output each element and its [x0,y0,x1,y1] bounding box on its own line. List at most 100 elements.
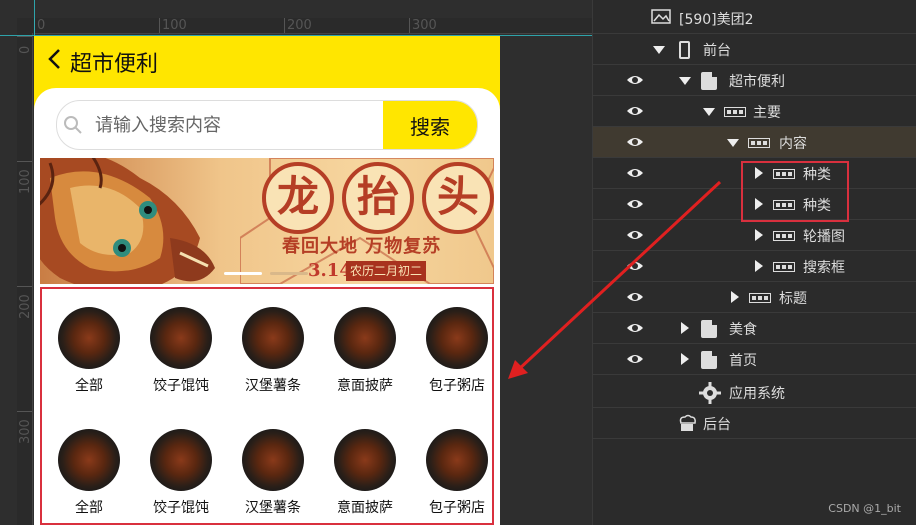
ruler-tick [17,411,32,412]
layer-label: 轮播图 [803,229,845,245]
expand-arrow-icon[interactable] [679,77,691,85]
expand-arrow-icon[interactable] [755,229,763,241]
food-image [150,307,212,369]
category-item[interactable]: 包子粥店 [416,289,496,399]
ruler-tick-label: 100 [18,169,33,194]
eye-icon[interactable] [626,104,644,118]
expand-arrow-icon[interactable] [703,108,715,116]
category-item[interactable]: 意面披萨 [324,289,404,399]
layer-item-carousel[interactable]: 轮播图 [593,220,916,251]
category-label: 汉堡薯条 [245,500,301,516]
eye-icon[interactable] [626,352,644,366]
category-item[interactable]: 汉堡薯条 [232,289,312,399]
layer-item-app-system[interactable]: 应用系统 [593,377,916,408]
category-label: 饺子馄饨 [153,500,209,516]
layer-item-food[interactable]: 美食 [593,313,916,344]
ruler-tick-label: 300 [412,18,437,33]
ruler-tick [159,18,160,33]
expand-arrow-icon[interactable] [731,291,739,303]
ruler-tick-label: 200 [18,294,33,319]
search-icon [64,116,82,134]
expand-arrow-icon[interactable] [653,46,665,54]
banner-lunar-date: 农历二月初二 [346,261,427,281]
layer-item-backend[interactable]: 后台 [593,408,916,439]
food-image [242,307,304,369]
layer-item-home[interactable]: 首页 [593,344,916,375]
ruler-tick-label: 0 [18,45,33,54]
category-label: 意面披萨 [337,378,393,394]
layer-item-frontend[interactable]: 前台 [593,34,916,65]
eye-icon[interactable] [626,135,644,149]
layer-label: 超市便利 [729,74,785,90]
page-title: 超市便利 [70,52,159,77]
search-box: 搜索 [56,100,478,150]
page-icon [701,320,717,338]
category-label: 包子粥店 [429,378,485,394]
layer-item-supermarket[interactable]: 超市便利 [593,65,916,96]
expand-arrow-icon[interactable] [755,260,763,272]
grid-icon [749,293,771,303]
page-icon [701,72,717,90]
ruler-tick [284,18,285,33]
layer-item-title[interactable]: 标题 [593,282,916,313]
food-image [242,429,304,491]
food-image [150,429,212,491]
app-icon [651,9,671,24]
eye-icon[interactable] [626,228,644,242]
category-item[interactable]: 饺子馄饨 [140,411,220,521]
category-item[interactable]: 全部 [48,289,128,399]
category-item[interactable]: 意面披萨 [324,411,404,521]
ruler-tick-label: 300 [18,419,33,444]
category-label: 饺子馄饨 [153,378,209,394]
layer-label: 搜索框 [803,260,845,276]
layer-label: 后台 [703,417,731,433]
category-label: 汉堡薯条 [245,378,301,394]
page-header: 超市便利 [34,36,500,84]
design-canvas[interactable]: 0 100 200 300 0 100 200 300 超市便利 搜索 [0,0,592,525]
back-arrow-icon[interactable] [44,48,66,70]
carousel-dot[interactable] [270,272,308,275]
ruler-tick-label: 200 [287,18,312,33]
phone-page[interactable]: 超市便利 搜索 [34,36,500,525]
food-image [58,307,120,369]
category-item[interactable]: 全部 [48,411,128,521]
category-item[interactable]: 包子粥店 [416,411,496,521]
eye-icon[interactable] [626,166,644,180]
expand-arrow-icon[interactable] [681,353,689,365]
page-icon [701,351,717,369]
eye-icon[interactable] [626,259,644,273]
layer-label: 主要 [753,105,781,121]
phone-icon [679,41,690,59]
eye-icon[interactable] [626,321,644,335]
watermark-credit: CSDN @1_bit [828,502,901,515]
layer-item-content[interactable]: 内容 [593,127,916,158]
search-button[interactable]: 搜索 [383,101,477,149]
banner-title-char: 头 [422,162,494,234]
layers-panel: [590]美团2 前台 超市便利 主要 内容 种类 种类 轮播图 搜索框 标题 … [592,0,916,525]
layer-label: 首页 [729,353,757,369]
carousel-dot-active[interactable] [224,272,262,275]
eye-icon[interactable] [626,73,644,87]
category-grid: 全部 饺子馄饨 汉堡薯条 意面披萨 包子粥店 全部 饺子馄饨 汉堡薯条 意面披萨… [40,287,494,525]
layer-item-main[interactable]: 主要 [593,96,916,127]
banner-title: 龙 抬 头 [262,160,494,234]
food-image [426,307,488,369]
grid-icon [773,262,795,272]
gear-icon [699,382,721,404]
search-input[interactable] [95,101,375,149]
category-item[interactable]: 汉堡薯条 [232,411,312,521]
expand-arrow-icon[interactable] [727,139,739,147]
layer-item-searchbox[interactable]: 搜索框 [593,251,916,282]
category-label: 全部 [75,378,103,394]
food-image [426,429,488,491]
layer-item-meituan2[interactable]: [590]美团2 [593,3,916,34]
ruler-tick [17,36,32,37]
carousel-banner[interactable]: 龙 抬 头 春回大地 万物复苏 3.14 农历二月初二 [40,158,494,284]
eye-icon[interactable] [626,290,644,304]
dragon-illustration [40,158,215,284]
layer-label: 内容 [779,136,807,152]
category-item[interactable]: 饺子馄饨 [140,289,220,399]
expand-arrow-icon[interactable] [681,322,689,334]
ruler-tick [409,18,410,33]
eye-icon[interactable] [626,197,644,211]
